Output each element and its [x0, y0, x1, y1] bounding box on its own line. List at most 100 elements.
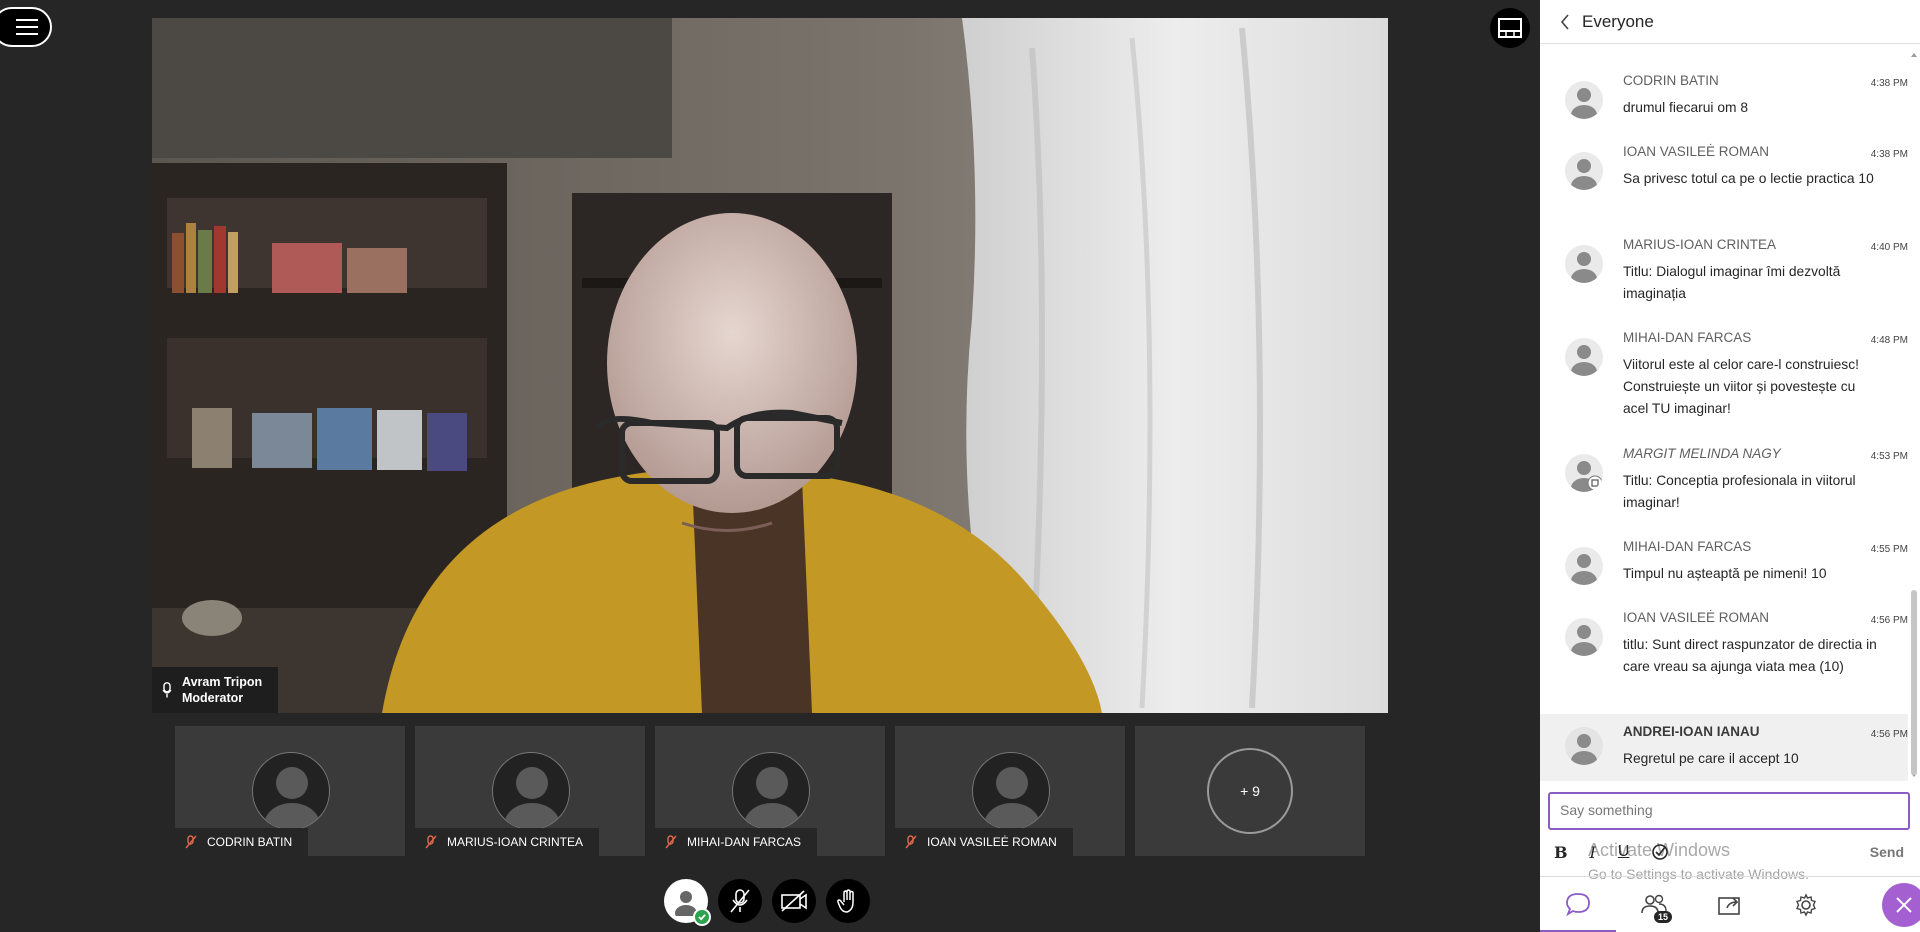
participants-count-badge: 15	[1653, 911, 1672, 923]
main-menu-button[interactable]	[0, 7, 52, 47]
mic-icon	[162, 682, 172, 698]
tab-chat[interactable]	[1540, 877, 1616, 932]
speaker-name-tag: Avram Tripon Moderator	[152, 667, 279, 713]
participant-label: IOAN VASILEĖ ROMAN	[895, 828, 1073, 856]
participant-tile[interactable]: MIHAI-DAN FARCAS	[655, 726, 885, 856]
chat-bubble-icon	[1566, 892, 1590, 916]
message-time: 4:55 PM	[1870, 544, 1908, 555]
message-author: MARIUS-IOAN CRINTEA	[1623, 237, 1777, 252]
message-time: 4:40 PM	[1870, 242, 1908, 253]
message-time: 4:38 PM	[1870, 78, 1908, 89]
message-time: 4:53 PM	[1870, 451, 1908, 462]
speaker-name: Avram Tripon	[182, 675, 263, 689]
message-text: Regretul pe care il accept 10	[1623, 751, 1799, 766]
avatar	[1565, 81, 1603, 119]
person-icon	[1571, 159, 1597, 190]
moderator-person-icon	[1571, 461, 1603, 492]
mic-muted-icon	[905, 835, 917, 849]
participant-strip: CODRIN BATIN MARIUS-IOAN CRINTEA MIHAI-D…	[175, 726, 1365, 856]
my-status-button[interactable]	[664, 879, 711, 926]
close-icon	[1896, 897, 1912, 913]
message-author: MARGIT MELINDA NAGY	[1623, 446, 1781, 461]
message-author: IOAN VASILEĖ ROMAN	[1623, 610, 1770, 625]
person-icon	[984, 767, 1040, 829]
person-icon	[1571, 734, 1597, 765]
participant-tile[interactable]: CODRIN BATIN	[175, 726, 405, 856]
close-panel-button[interactable]	[1882, 883, 1920, 927]
session-controls	[664, 879, 870, 926]
mic-muted-icon	[730, 889, 750, 913]
chat-message: MIHAI-DAN FARCAS 4:48 PM Viitorul este a…	[1540, 330, 1908, 424]
message-time: 4:38 PM	[1870, 149, 1908, 160]
panel-tabs: 15	[1540, 876, 1920, 932]
person-icon	[744, 767, 800, 829]
layout-toggle-button[interactable]	[1490, 8, 1530, 48]
message-text: titlu: Sunt direct raspunzator de direct…	[1623, 637, 1877, 674]
participant-name: MARIUS-IOAN CRINTEA	[447, 835, 584, 849]
more-participants-button[interactable]: + 9	[1207, 748, 1293, 834]
message-time: 4:48 PM	[1870, 335, 1908, 346]
tab-share-content[interactable]	[1692, 877, 1768, 932]
underline-button[interactable]: U	[1618, 843, 1630, 861]
tab-settings[interactable]	[1768, 877, 1844, 932]
participant-tile[interactable]: IOAN VASILEĖ ROMAN	[895, 726, 1125, 856]
person-icon	[1571, 88, 1597, 119]
chat-message: IOAN VASILEĖ ROMAN 4:56 PM titlu: Sunt d…	[1540, 610, 1908, 704]
italic-button[interactable]: I	[1590, 843, 1596, 862]
chat-message-list[interactable]: CODRIN BATIN 4:38 PM drumul fiecarui om …	[1540, 44, 1908, 781]
chat-message: MARGIT MELINDA NAGY 4:53 PM Titlu: Conce…	[1540, 446, 1908, 518]
back-chevron-icon[interactable]	[1560, 13, 1570, 30]
layout-icon	[1498, 18, 1522, 38]
message-text: Viitorul este al celor care-l construies…	[1623, 357, 1859, 416]
message-author: MIHAI-DAN FARCAS	[1623, 330, 1752, 345]
chat-message: CODRIN BATIN 4:38 PM drumul fiecarui om …	[1540, 73, 1908, 133]
message-text: drumul fiecarui om 8	[1623, 100, 1748, 115]
avatar	[1565, 547, 1603, 585]
spellcheck-icon[interactable]	[1651, 843, 1669, 861]
scrollbar-thumb[interactable]	[1911, 590, 1917, 775]
person-icon	[504, 767, 560, 829]
chat-message: MARIUS-IOAN CRINTEA 4:40 PM Titlu: Dialo…	[1540, 237, 1908, 309]
tab-close-area	[1844, 877, 1920, 932]
chat-scrollbar[interactable]	[1910, 50, 1918, 780]
person-icon	[1571, 554, 1597, 585]
tab-participants[interactable]: 15	[1616, 877, 1692, 932]
person-icon	[1571, 252, 1597, 283]
person-icon	[1571, 625, 1597, 656]
avatar	[732, 752, 810, 830]
person-icon	[264, 767, 320, 829]
mic-muted-icon	[665, 835, 677, 849]
message-text: Timpul nu așteaptă pe nimeni! 10	[1623, 566, 1827, 581]
formatting-toolbar: B I U Send	[1554, 840, 1904, 864]
bold-button[interactable]: B	[1554, 843, 1568, 862]
mic-muted-icon	[185, 835, 197, 849]
chat-input[interactable]: Say something	[1548, 792, 1910, 830]
message-text: Titlu: Dialogul imaginar îmi dezvoltă im…	[1623, 264, 1841, 301]
participant-label: CODRIN BATIN	[175, 828, 309, 856]
message-text: Sa privesc totul ca pe o lectie practica…	[1623, 171, 1874, 186]
mic-muted-icon	[425, 835, 437, 849]
message-author: CODRIN BATIN	[1623, 73, 1719, 88]
speaker-video	[152, 18, 1388, 713]
message-text: Titlu: Conceptia profesionala in viitoru…	[1623, 473, 1856, 510]
camera-off-icon	[781, 890, 807, 912]
message-time: 4:56 PM	[1870, 729, 1908, 740]
camera-toggle-button[interactable]	[772, 879, 816, 923]
online-check-icon	[693, 908, 711, 926]
message-author: MIHAI-DAN FARCAS	[1623, 539, 1752, 554]
chat-header: Everyone	[1540, 0, 1920, 44]
chat-message-own: ANDREI-IOAN IANAU 4:56 PM Regretul pe ca…	[1540, 714, 1908, 781]
message-author: ANDREI-IOAN IANAU	[1623, 724, 1760, 739]
avatar	[1565, 338, 1603, 376]
participant-name: CODRIN BATIN	[207, 835, 293, 849]
raise-hand-button[interactable]	[826, 879, 870, 923]
avatar	[252, 752, 330, 830]
send-button[interactable]: Send	[1870, 844, 1904, 860]
avatar	[1565, 454, 1603, 492]
message-author: IOAN VASILEĖ ROMAN	[1623, 144, 1770, 159]
hamburger-icon	[16, 19, 38, 35]
participant-tile[interactable]: MARIUS-IOAN CRINTEA	[415, 726, 645, 856]
avatar	[492, 752, 570, 830]
person-icon	[1571, 345, 1597, 376]
microphone-toggle-button[interactable]	[718, 879, 762, 923]
